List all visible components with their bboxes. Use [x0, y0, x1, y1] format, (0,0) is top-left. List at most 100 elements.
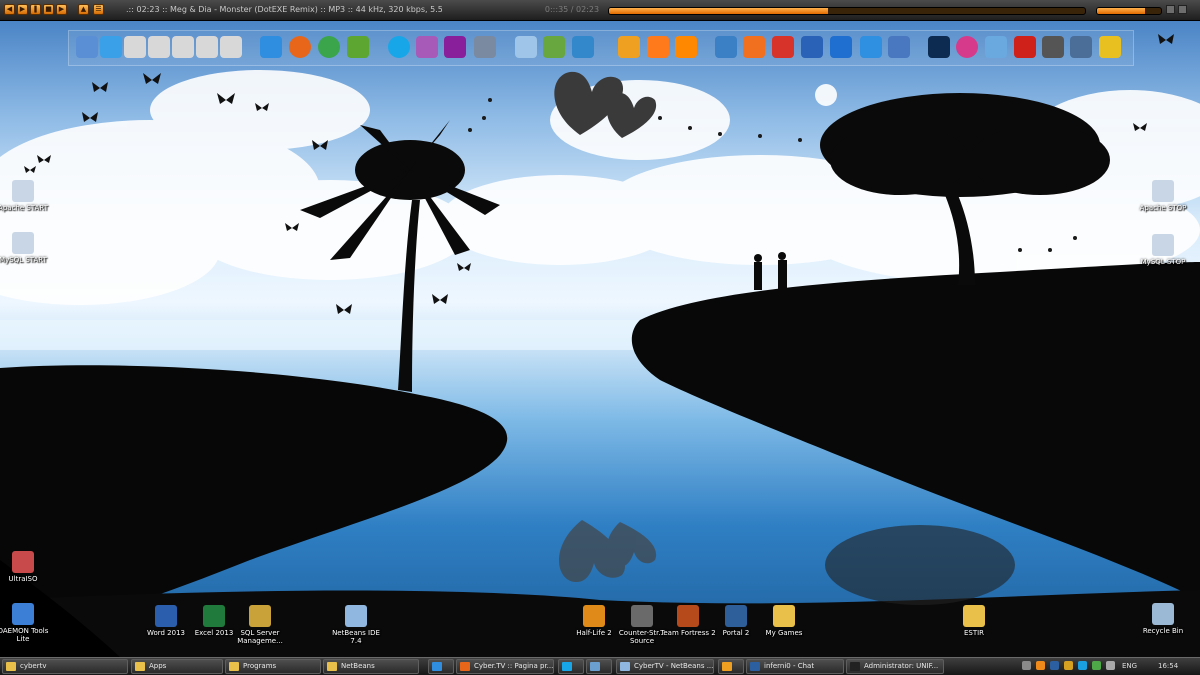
monitor-icon[interactable] — [1070, 36, 1092, 58]
aimp-icon — [722, 662, 732, 671]
taskbar-button-label: Programs — [243, 662, 277, 670]
cmd-icon — [850, 662, 860, 671]
desktop-icon[interactable]: UltraISO — [0, 551, 53, 583]
desktop-icon[interactable]: Apache STOP — [1133, 180, 1193, 212]
firefox-icon — [460, 662, 470, 671]
desktop-icon-label: My Games — [765, 629, 803, 637]
image-editor-icon[interactable] — [543, 36, 565, 58]
desktop-icon-label: ESTIR — [963, 629, 985, 637]
counter-strike-icon — [631, 605, 653, 627]
skype-tray-icon[interactable] — [1078, 661, 1087, 670]
taskbar: cybertv Apps Programs NetBeans Cyber.TV :: P… — [0, 657, 1200, 675]
taskbar-button[interactable]: Administrator: UNIF... — [846, 659, 944, 674]
utorrent-icon[interactable] — [347, 36, 369, 58]
desktop-wallpaper — [0, 0, 1200, 657]
photoshop-brush-icon[interactable] — [444, 36, 466, 58]
skype-icon — [562, 662, 572, 671]
taskbar-button[interactable]: CyberTV - NetBeans ... — [616, 659, 714, 674]
media-player-icon[interactable] — [647, 36, 669, 58]
taskbar-button[interactable]: Apps — [131, 659, 223, 674]
close-button[interactable] — [1178, 5, 1187, 14]
internet-explorer-icon[interactable] — [260, 36, 282, 58]
sql-server-icon — [249, 605, 271, 627]
notepad-icon — [590, 662, 600, 671]
steam-icon — [750, 662, 760, 671]
picasa-icon[interactable] — [956, 36, 978, 58]
computer-icon[interactable] — [76, 36, 98, 58]
vlc-icon[interactable] — [675, 36, 697, 58]
minimize-button[interactable] — [1166, 5, 1175, 14]
teamviewer-icon[interactable] — [830, 36, 852, 58]
daemon-tools-icon — [12, 603, 34, 625]
language-indicator[interactable]: ENG — [1122, 659, 1137, 674]
aimp-tray-icon[interactable] — [1036, 661, 1045, 670]
cloud-icon[interactable] — [985, 36, 1007, 58]
taskbar-button[interactable]: Programs — [225, 659, 321, 674]
camera-icon[interactable] — [1042, 36, 1064, 58]
heart-reflection — [558, 520, 657, 583]
virtualbox-icon[interactable] — [515, 36, 537, 58]
show-hidden-icons[interactable] — [1022, 661, 1031, 670]
skype-icon[interactable] — [388, 36, 410, 58]
previous-button[interactable]: ◀ — [4, 4, 15, 15]
taskbar-button[interactable] — [586, 659, 612, 674]
firefox-icon[interactable] — [289, 36, 311, 58]
drive-icon[interactable] — [196, 36, 218, 58]
clock[interactable]: 16:54 — [1158, 659, 1178, 674]
internet-explorer-icon — [432, 662, 442, 671]
save-icon[interactable] — [801, 36, 823, 58]
volume-tray-icon[interactable] — [1106, 661, 1115, 670]
setup-icon[interactable] — [572, 36, 594, 58]
seek-bar[interactable] — [608, 7, 1086, 15]
desktop-icon[interactable]: Apache START — [0, 180, 53, 212]
speedtest-icon[interactable] — [743, 36, 765, 58]
mysql-start-icon — [12, 232, 34, 254]
ccleaner-icon[interactable] — [772, 36, 794, 58]
stop-button[interactable]: ■ — [43, 4, 54, 15]
audio-icon[interactable] — [474, 36, 496, 58]
device-icon[interactable] — [888, 36, 910, 58]
drive-icon[interactable] — [124, 36, 146, 58]
network-tray-icon[interactable] — [1092, 661, 1101, 670]
desktop-icon[interactable]: My Games — [754, 605, 814, 637]
playlist-button[interactable]: ☰ — [93, 4, 104, 15]
desktop-icon[interactable]: Recycle Bin — [1133, 603, 1193, 635]
taskbar-button[interactable]: inferni0 - Chat — [746, 659, 844, 674]
taskbar-button[interactable]: cybertv — [2, 659, 128, 674]
drive-icon[interactable] — [220, 36, 242, 58]
desktop-icon[interactable]: MySQL START — [0, 232, 53, 264]
photoshop-icon[interactable] — [928, 36, 950, 58]
desktop-icon[interactable]: NetBeans IDE 7.4 — [326, 605, 386, 645]
folder-icon — [963, 605, 985, 627]
taskbar-button[interactable]: NetBeans — [323, 659, 419, 674]
acrobat-icon[interactable] — [1014, 36, 1036, 58]
pause-button[interactable]: ❚ — [30, 4, 41, 15]
taskbar-button[interactable] — [718, 659, 744, 674]
windows-icon[interactable] — [100, 36, 122, 58]
play-button[interactable]: ▶ — [17, 4, 28, 15]
aimp-icon[interactable] — [618, 36, 640, 58]
desktop-icon[interactable]: DAEMON Tools Lite — [0, 603, 53, 643]
dropbox-icon[interactable] — [860, 36, 882, 58]
taskbar-button[interactable] — [558, 659, 584, 674]
desktop-icon-label: MySQL START — [0, 256, 47, 264]
desktop-icon[interactable]: SQL Server Manageme... — [230, 605, 290, 645]
taskbar-button[interactable] — [428, 659, 454, 674]
webcam-tray-icon[interactable] — [1064, 661, 1073, 670]
desktop-icon[interactable]: MySQL STOP — [1133, 234, 1193, 266]
drive-icon[interactable] — [172, 36, 194, 58]
pidgin-icon[interactable] — [416, 36, 438, 58]
eject-button[interactable]: ▲ — [78, 4, 89, 15]
folder-icon — [6, 662, 16, 671]
taskbar-button-label: CyberTV - NetBeans ... — [634, 662, 714, 670]
desktop-icon[interactable]: ESTIR — [944, 605, 1004, 637]
next-button[interactable]: ▶ — [56, 4, 67, 15]
settings-icon[interactable] — [715, 36, 737, 58]
taskbar-button[interactable]: Cyber.TV :: Pagina pr... — [456, 659, 554, 674]
drive-icon[interactable] — [148, 36, 170, 58]
chrome-icon[interactable] — [318, 36, 340, 58]
webcam-icon[interactable] — [1099, 36, 1121, 58]
word-icon — [155, 605, 177, 627]
steam-tray-icon[interactable] — [1050, 661, 1059, 670]
volume-slider[interactable] — [1096, 7, 1162, 15]
